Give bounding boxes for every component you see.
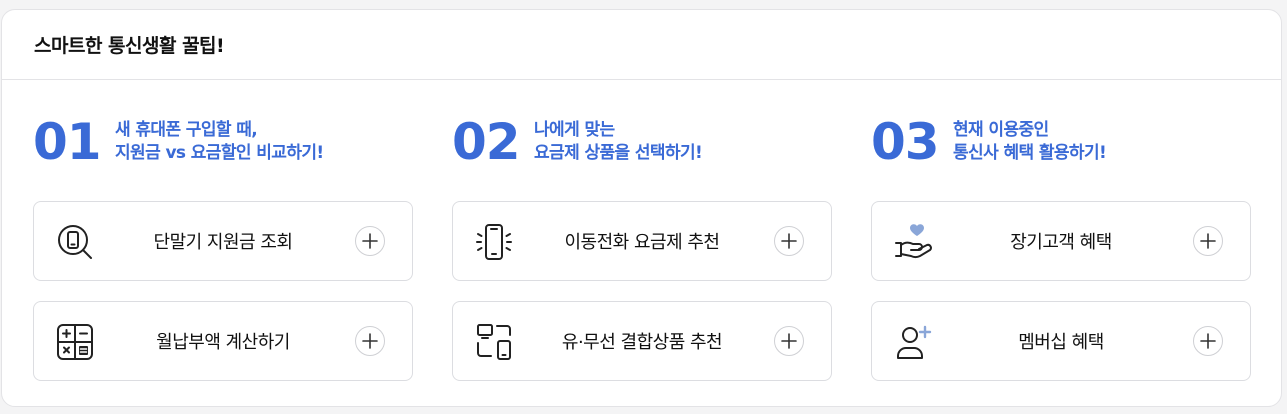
panel-header: 스마트한 통신생활 꿀팁! <box>2 10 1281 80</box>
calculator-icon <box>54 321 96 363</box>
card-mobile-plan-recommendation[interactable]: 이동전화 요금제 추천 <box>452 201 832 281</box>
card-label: 장기고객 혜택 <box>1010 232 1112 253</box>
expand-plus-button[interactable] <box>774 226 804 256</box>
mobile-ringing-icon <box>473 221 515 263</box>
tip-description-line2: 통신사 혜택 활용하기! <box>953 143 1107 163</box>
expand-plus-button[interactable] <box>355 226 385 256</box>
tips-columns: 01 새 휴대폰 구입할 때, 지원금 vs 요금할인 비교하기! 단말기 지원… <box>2 80 1281 406</box>
card-long-term-customer-benefits[interactable]: 장기고객 혜택 <box>871 201 1251 281</box>
add-member-icon <box>892 321 934 363</box>
card-label: 단말기 지원금 조회 <box>153 232 293 253</box>
panel-title: 스마트한 통신생활 꿀팁! <box>34 35 225 57</box>
tip-heading: 02 나에게 맞는 요금제 상품을 선택하기! <box>452 112 703 172</box>
tip-description: 현재 이용중인 통신사 혜택 활용하기! <box>953 119 1107 165</box>
tip-heading: 03 현재 이용중인 통신사 혜택 활용하기! <box>871 112 1107 172</box>
card-label: 월납부액 계산하기 <box>156 332 290 353</box>
tip-number: 03 <box>871 113 940 171</box>
bundle-devices-icon <box>473 321 515 363</box>
tip-number: 01 <box>33 113 102 171</box>
card-bundle-product-recommendation[interactable]: 유·무선 결합상품 추천 <box>452 301 832 381</box>
tip-description-line2: 요금제 상품을 선택하기! <box>534 143 703 163</box>
tip-description: 나에게 맞는 요금제 상품을 선택하기! <box>534 119 703 165</box>
card-label: 멤버십 혜택 <box>1018 332 1104 353</box>
card-monthly-payment-calculator[interactable]: 월납부액 계산하기 <box>33 301 413 381</box>
heart-hand-icon <box>892 221 934 263</box>
phone-search-icon <box>54 221 96 263</box>
tip-description-line1: 현재 이용중인 <box>953 120 1049 140</box>
card-label: 유·무선 결합상품 추천 <box>561 332 723 353</box>
expand-plus-button[interactable] <box>355 326 385 356</box>
expand-plus-button[interactable] <box>774 326 804 356</box>
tip-description: 새 휴대폰 구입할 때, 지원금 vs 요금할인 비교하기! <box>115 119 324 165</box>
expand-plus-button[interactable] <box>1193 326 1223 356</box>
card-device-subsidy-lookup[interactable]: 단말기 지원금 조회 <box>33 201 413 281</box>
card-label: 이동전화 요금제 추천 <box>564 232 720 253</box>
card-membership-benefits[interactable]: 멤버십 혜택 <box>871 301 1251 381</box>
tip-number: 02 <box>452 113 521 171</box>
expand-plus-button[interactable] <box>1193 226 1223 256</box>
tips-panel: 스마트한 통신생활 꿀팁! 01 새 휴대폰 구입할 때, 지원금 vs 요금할… <box>1 9 1282 407</box>
tip-description-line1: 새 휴대폰 구입할 때, <box>115 120 258 140</box>
tip-description-line2: 지원금 vs 요금할인 비교하기! <box>115 143 324 163</box>
tip-description-line1: 나에게 맞는 <box>534 120 615 140</box>
tip-heading: 01 새 휴대폰 구입할 때, 지원금 vs 요금할인 비교하기! <box>33 112 324 172</box>
